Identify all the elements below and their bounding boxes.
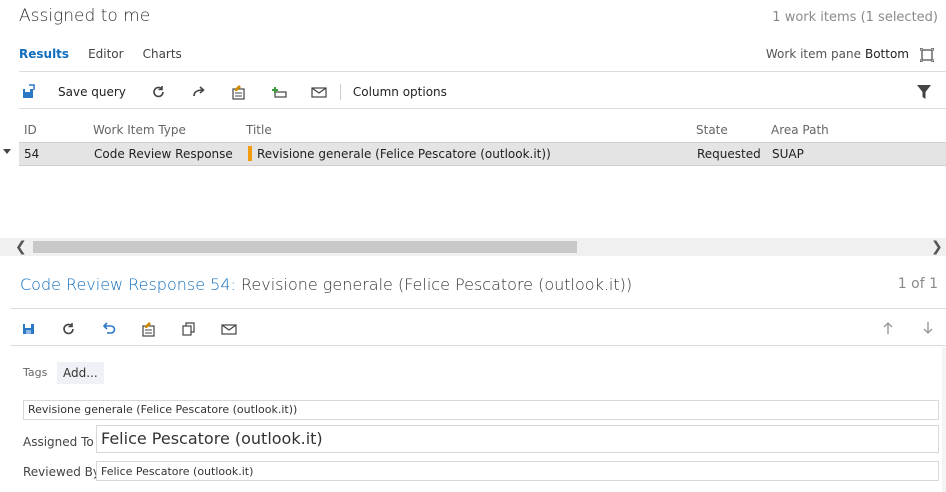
column-header-id[interactable]: ID bbox=[24, 123, 37, 137]
work-item-pane-label: Work item pane bbox=[765, 47, 861, 61]
table-row[interactable]: 54 Code Review Response Revisione genera… bbox=[19, 142, 946, 166]
form-toolbar bbox=[20, 319, 238, 339]
assigned-to-field[interactable]: Felice Pescatore (outlook.it) bbox=[96, 425, 939, 453]
page-title: Assigned to me bbox=[19, 6, 151, 26]
save-query-button[interactable]: Save query bbox=[20, 83, 126, 101]
email-icon[interactable] bbox=[220, 320, 238, 338]
query-tabs: Results Editor Charts bbox=[19, 47, 182, 61]
cell-type: Code Review Response bbox=[94, 147, 233, 161]
divider bbox=[10, 308, 946, 309]
column-header-area-path[interactable]: Area Path bbox=[771, 123, 829, 137]
undo-icon[interactable] bbox=[100, 320, 118, 338]
edit-items-icon[interactable] bbox=[230, 83, 248, 101]
save-icon[interactable] bbox=[20, 320, 38, 338]
scrollbar-thumb[interactable] bbox=[33, 241, 577, 253]
row-expand-icon[interactable] bbox=[3, 149, 11, 154]
scroll-right-icon[interactable]: ❯ bbox=[931, 240, 943, 254]
save-query-label: Save query bbox=[58, 85, 126, 99]
save-icon bbox=[20, 83, 38, 101]
work-item-count: 1 work items (1 selected) bbox=[772, 10, 938, 25]
work-item-form-title: Code Review Response 54: Revisione gener… bbox=[20, 275, 632, 294]
tab-charts[interactable]: Charts bbox=[143, 47, 182, 61]
filter-icon[interactable] bbox=[916, 84, 932, 100]
column-header-state[interactable]: State bbox=[696, 123, 728, 137]
email-icon[interactable] bbox=[310, 83, 328, 101]
divider bbox=[10, 345, 946, 346]
redo-icon[interactable] bbox=[190, 83, 208, 101]
grid-header: ID Work Item Type Title State Area Path bbox=[0, 123, 946, 139]
tab-results[interactable]: Results bbox=[19, 47, 69, 61]
cell-id: 54 bbox=[24, 147, 40, 161]
pane-layout-icon[interactable] bbox=[920, 48, 934, 62]
previous-item-icon[interactable] bbox=[882, 321, 894, 335]
tags-label: Tags bbox=[23, 366, 48, 379]
next-item-icon[interactable] bbox=[922, 321, 934, 335]
toolbar-separator bbox=[339, 84, 341, 100]
cell-area-path: SUAP bbox=[772, 147, 804, 161]
column-header-type[interactable]: Work Item Type bbox=[93, 123, 186, 137]
horizontal-scrollbar[interactable]: ❮ ❯ bbox=[0, 238, 946, 256]
column-options-button[interactable]: Column options bbox=[353, 85, 447, 99]
reviewed-by-label: Reviewed By bbox=[23, 465, 100, 479]
work-item-pane-setting[interactable]: Work item pane Bottom bbox=[766, 47, 909, 61]
column-header-title[interactable]: Title bbox=[246, 123, 272, 137]
cell-state: Requested bbox=[697, 147, 761, 161]
reviewed-by-field[interactable]: Felice Pescatore (outlook.it) bbox=[96, 461, 939, 481]
cell-title: Revisione generale (Felice Pescatore (ou… bbox=[257, 147, 551, 161]
work-item-type-link[interactable]: Code Review Response 54: bbox=[20, 275, 236, 294]
add-tag-button[interactable]: Add... bbox=[57, 362, 104, 384]
vertical-scrollbar[interactable] bbox=[942, 347, 946, 492]
copy-icon[interactable] bbox=[180, 320, 198, 338]
work-item-color-bar bbox=[248, 146, 252, 161]
work-item-title: Revisione generale (Felice Pescatore (ou… bbox=[241, 275, 633, 294]
new-linked-item-icon[interactable] bbox=[270, 83, 288, 101]
divider bbox=[19, 108, 946, 109]
scroll-left-icon[interactable]: ❮ bbox=[15, 240, 27, 254]
assigned-to-label: Assigned To bbox=[23, 435, 94, 449]
refresh-icon[interactable] bbox=[150, 83, 168, 101]
tab-editor[interactable]: Editor bbox=[88, 47, 124, 61]
work-item-pane-value[interactable]: Bottom bbox=[865, 47, 909, 61]
title-field[interactable]: Revisione generale (Felice Pescatore (ou… bbox=[23, 400, 939, 420]
results-toolbar: Save query Column options bbox=[20, 80, 447, 104]
pager: 1 of 1 bbox=[897, 276, 938, 292]
edit-items-icon[interactable] bbox=[140, 320, 158, 338]
refresh-icon[interactable] bbox=[60, 320, 78, 338]
divider bbox=[19, 71, 946, 72]
